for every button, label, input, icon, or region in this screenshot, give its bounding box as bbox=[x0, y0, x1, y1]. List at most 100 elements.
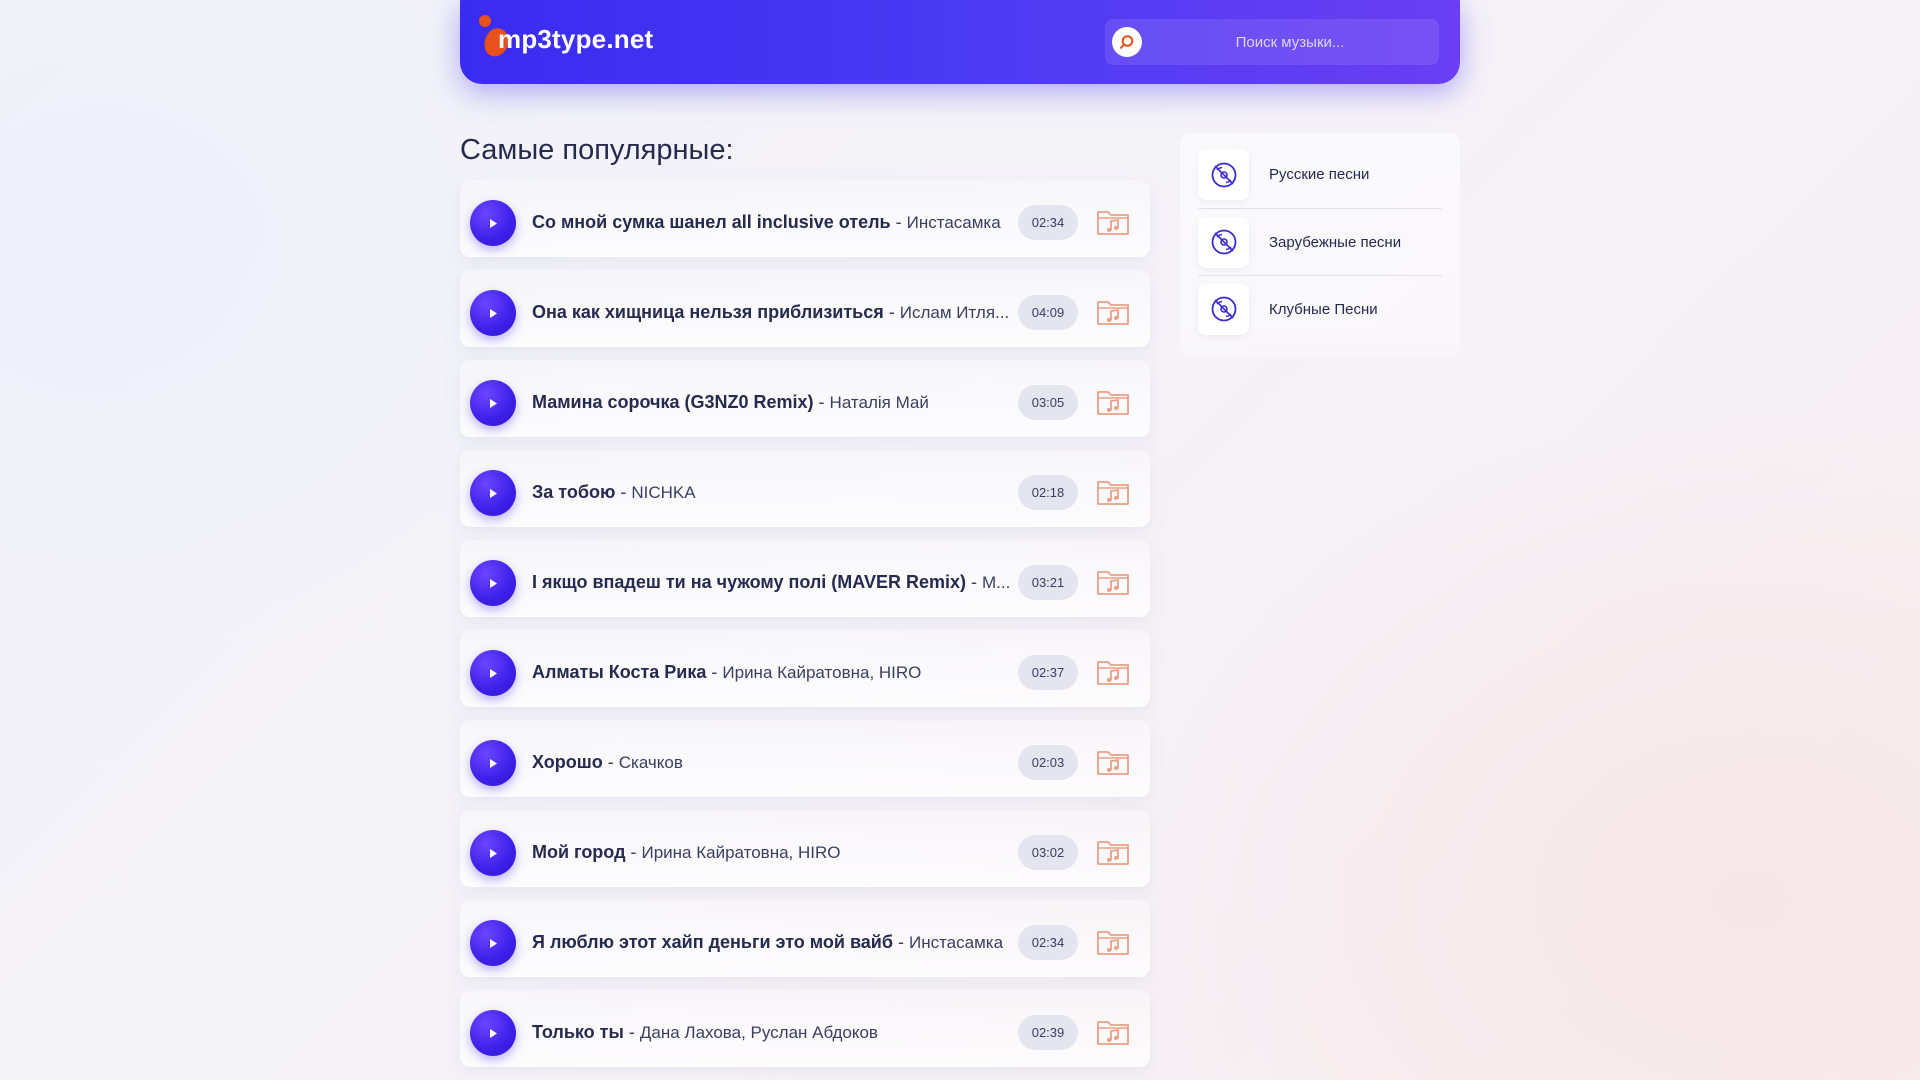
download-music-folder-icon[interactable] bbox=[1096, 298, 1130, 326]
download-music-folder-icon[interactable] bbox=[1096, 658, 1130, 686]
download-music-folder-icon[interactable] bbox=[1096, 928, 1130, 956]
track-artist: Наталія Май bbox=[829, 393, 929, 412]
category-sidebar: Русские песни Зарубежные песни Клубные П… bbox=[1180, 133, 1460, 357]
play-icon bbox=[490, 1028, 497, 1038]
track-duration-badge: 03:02 bbox=[1018, 835, 1078, 870]
track-duration-badge: 02:34 bbox=[1018, 205, 1078, 240]
play-button[interactable] bbox=[470, 380, 516, 426]
search-icon[interactable] bbox=[1112, 27, 1142, 57]
track-info[interactable]: Мой город - Ирина Кайратовна, HIRO bbox=[532, 836, 1012, 868]
track-artist: Дана Лахова, Руслан Абдоков bbox=[639, 1023, 878, 1042]
track-duration-badge: 02:03 bbox=[1018, 745, 1078, 780]
download-music-folder-icon[interactable] bbox=[1096, 1018, 1130, 1046]
section-title: Самые популярные: bbox=[460, 134, 734, 166]
track-row: Она как хищница нельзя приблизиться - Ис… bbox=[460, 270, 1150, 347]
track-duration-badge: 03:21 bbox=[1018, 565, 1078, 600]
track-row: Хорошо - Скачков 02:03 bbox=[460, 720, 1150, 797]
track-row: І якщо впадеш ти на чужому полі (MAVER R… bbox=[460, 540, 1150, 617]
play-button[interactable] bbox=[470, 740, 516, 786]
track-title: Только ты bbox=[532, 1022, 624, 1042]
search-input[interactable] bbox=[1149, 19, 1431, 65]
download-music-folder-icon[interactable] bbox=[1096, 388, 1130, 416]
track-list: Со мной сумка шанел all inclusive отель … bbox=[460, 180, 1150, 1080]
track-artist: Ирина Кайратовна, HIRO bbox=[722, 663, 922, 682]
track-separator: - bbox=[813, 392, 830, 412]
search-bar bbox=[1105, 19, 1439, 65]
download-music-folder-icon[interactable] bbox=[1096, 478, 1130, 506]
site-header: mp3type.net bbox=[460, 0, 1460, 84]
download-music-folder-icon[interactable] bbox=[1096, 838, 1130, 866]
track-artist: Инстасамка bbox=[908, 933, 1004, 952]
play-icon bbox=[490, 668, 497, 678]
site-logo[interactable]: mp3type.net bbox=[478, 14, 688, 64]
play-button[interactable] bbox=[470, 920, 516, 966]
track-title: Со мной сумка шанел all inclusive отель bbox=[532, 212, 891, 232]
logo-text: mp3type.net bbox=[498, 23, 654, 54]
track-artist: Инстасамка bbox=[906, 213, 1001, 232]
track-title: Мамина сорочка (G3NZ0 Remix) bbox=[532, 392, 814, 412]
category-foreign-songs[interactable]: Зарубежные песни bbox=[1198, 208, 1442, 275]
download-music-folder-icon[interactable] bbox=[1096, 568, 1130, 596]
play-icon bbox=[490, 488, 497, 498]
vinyl-record-icon bbox=[1198, 149, 1249, 200]
track-row: За тобою - NICHKA 02:18 bbox=[460, 450, 1150, 527]
track-title: Хорошо bbox=[532, 752, 603, 772]
play-button[interactable] bbox=[470, 470, 516, 516]
track-separator: - bbox=[602, 752, 619, 772]
play-button[interactable] bbox=[470, 830, 516, 876]
download-music-folder-icon[interactable] bbox=[1096, 748, 1130, 776]
play-icon bbox=[490, 218, 497, 228]
category-russian-songs[interactable]: Русские песни bbox=[1198, 141, 1442, 208]
track-title: Я люблю этот хайп деньги это мой вайб bbox=[532, 932, 893, 952]
play-icon bbox=[490, 938, 497, 948]
play-button[interactable] bbox=[470, 560, 516, 606]
track-artist: Ирина Кайратовна, HIRO bbox=[641, 843, 841, 862]
play-button[interactable] bbox=[470, 1010, 516, 1056]
track-duration-badge: 04:09 bbox=[1018, 295, 1078, 330]
play-button[interactable] bbox=[470, 290, 516, 336]
track-separator: - bbox=[706, 662, 723, 682]
track-info[interactable]: За тобою - NICHKA bbox=[532, 476, 1012, 508]
track-info[interactable]: І якщо впадеш ти на чужому полі (MAVER R… bbox=[532, 566, 1012, 598]
track-separator: - bbox=[625, 842, 642, 862]
category-club-songs[interactable]: Клубные Песни bbox=[1198, 275, 1442, 342]
track-row: Алматы Коста Рика - Ирина Кайратовна, HI… bbox=[460, 630, 1150, 707]
track-info[interactable]: Я люблю этот хайп деньги это мой вайб - … bbox=[532, 926, 1012, 958]
download-music-folder-icon[interactable] bbox=[1096, 208, 1130, 236]
track-duration-badge: 02:39 bbox=[1018, 1015, 1078, 1050]
play-button[interactable] bbox=[470, 200, 516, 246]
track-artist: M... bbox=[982, 573, 1011, 592]
track-separator: - bbox=[892, 932, 909, 952]
track-info[interactable]: Мамина сорочка (G3NZ0 Remix) - Наталія М… bbox=[532, 386, 1012, 418]
track-title: Мой город bbox=[532, 842, 626, 862]
track-row: Мой город - Ирина Кайратовна, HIRO 03:02 bbox=[460, 810, 1150, 887]
track-separator: - bbox=[883, 302, 900, 322]
track-info[interactable]: Со мной сумка шанел all inclusive отель … bbox=[532, 206, 1012, 238]
track-info[interactable]: Только ты - Дана Лахова, Руслан Абдоков bbox=[532, 1016, 1012, 1048]
track-info[interactable]: Хорошо - Скачков bbox=[532, 746, 1012, 778]
play-icon bbox=[490, 578, 497, 588]
track-info[interactable]: Она как хищница нельзя приблизиться - Ис… bbox=[532, 296, 1012, 328]
track-separator: - bbox=[890, 212, 907, 232]
play-icon bbox=[490, 848, 497, 858]
track-title: І якщо впадеш ти на чужому полі (MAVER R… bbox=[532, 572, 966, 592]
track-row: Мамина сорочка (G3NZ0 Remix) - Наталія М… bbox=[460, 360, 1150, 437]
track-row: Только ты - Дана Лахова, Руслан Абдоков … bbox=[460, 990, 1150, 1067]
play-icon bbox=[490, 308, 497, 318]
track-duration-badge: 03:05 bbox=[1018, 385, 1078, 420]
track-info[interactable]: Алматы Коста Рика - Ирина Кайратовна, HI… bbox=[532, 656, 1012, 688]
track-title: Она как хищница нельзя приблизиться bbox=[532, 302, 884, 322]
play-icon bbox=[490, 398, 497, 408]
vinyl-record-icon bbox=[1198, 216, 1249, 268]
play-icon bbox=[490, 758, 497, 768]
category-label: Русские песни bbox=[1269, 166, 1370, 183]
category-label: Зарубежные песни bbox=[1269, 233, 1402, 251]
track-separator: - bbox=[615, 482, 632, 502]
track-artist: NICHKA bbox=[631, 483, 696, 502]
play-button[interactable] bbox=[470, 650, 516, 696]
category-label: Клубные Песни bbox=[1269, 300, 1378, 318]
track-title: Алматы Коста Рика bbox=[532, 662, 707, 682]
track-separator: - bbox=[966, 572, 982, 592]
track-duration-badge: 02:34 bbox=[1018, 925, 1078, 960]
track-row: Со мной сумка шанел all inclusive отель … bbox=[460, 180, 1150, 257]
